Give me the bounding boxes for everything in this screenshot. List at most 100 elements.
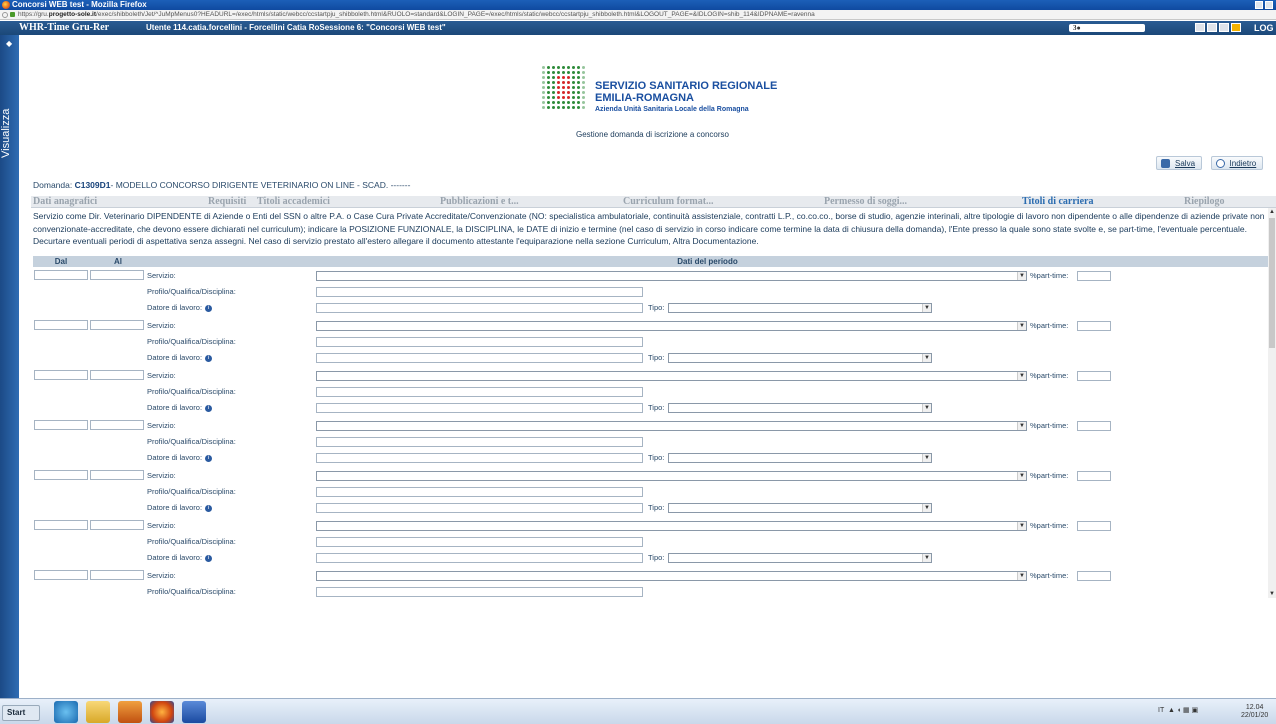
datore-input[interactable]: [316, 353, 643, 363]
servizio-select[interactable]: ▼: [316, 471, 1027, 481]
search-input[interactable]: 3●: [1069, 24, 1145, 32]
info-icon[interactable]: i: [205, 304, 213, 312]
dal-input[interactable]: [34, 320, 88, 330]
parttime-input[interactable]: [1077, 421, 1111, 431]
al-input[interactable]: [90, 370, 144, 380]
chevron-down-icon: ▼: [1017, 572, 1026, 580]
profilo-input[interactable]: [316, 487, 643, 497]
tab-requisiti[interactable]: Requisiti: [208, 196, 246, 208]
firefox-taskbar-icon[interactable]: [150, 701, 174, 723]
logo-dot: [552, 106, 555, 109]
al-input[interactable]: [90, 420, 144, 430]
dal-input[interactable]: [34, 570, 88, 580]
site-info-icon[interactable]: [2, 12, 8, 18]
datore-input[interactable]: [316, 453, 643, 463]
parttime-input[interactable]: [1077, 371, 1111, 381]
language-indicator[interactable]: IT: [1158, 707, 1164, 714]
info-icon[interactable]: i: [205, 504, 213, 512]
info-icon[interactable]: i: [205, 454, 213, 462]
minimize-button[interactable]: [1255, 1, 1263, 9]
logo-dot: [557, 86, 560, 89]
tipo-select[interactable]: ▼: [668, 353, 932, 363]
datore-input[interactable]: [316, 303, 643, 313]
ie-icon[interactable]: [54, 701, 78, 723]
profilo-input[interactable]: [316, 537, 643, 547]
back-button[interactable]: Indietro: [1210, 156, 1264, 170]
dal-input[interactable]: [34, 370, 88, 380]
al-input[interactable]: [90, 270, 144, 280]
profilo-input[interactable]: [316, 387, 643, 397]
tab-dati-anagrafici[interactable]: Dati anagrafici: [33, 196, 97, 208]
info-icon[interactable]: i: [205, 404, 213, 412]
clock[interactable]: 12.04 22/01/20: [1241, 704, 1268, 720]
servizio-select[interactable]: ▼: [316, 521, 1027, 531]
profilo-input[interactable]: [316, 337, 643, 347]
folder-icon[interactable]: [86, 701, 110, 723]
help-icon[interactable]: [1219, 23, 1229, 32]
logo-dot: [557, 106, 560, 109]
profilo-label: Profilo/Qualifica/Disciplina:: [147, 537, 236, 546]
al-input[interactable]: [90, 470, 144, 480]
start-button[interactable]: Start: [2, 705, 40, 721]
datore-input[interactable]: [316, 553, 643, 563]
logo-dot: [567, 76, 570, 79]
tab-riepilogo[interactable]: Riepilogo: [1184, 196, 1225, 208]
scroll-up-icon[interactable]: ▲: [1268, 208, 1276, 216]
servizio-select[interactable]: ▼: [316, 421, 1027, 431]
dal-input[interactable]: [34, 420, 88, 430]
print-icon[interactable]: [1195, 23, 1205, 32]
tab-titoli-accademici[interactable]: Titoli accademici: [257, 196, 330, 208]
tipo-select[interactable]: ▼: [668, 403, 932, 413]
info-icon[interactable]: i: [205, 354, 213, 362]
tab-titoli-carriera[interactable]: Titoli di carriera: [1022, 196, 1093, 208]
maximize-button[interactable]: [1265, 1, 1273, 9]
dal-input[interactable]: [34, 470, 88, 480]
logout-link[interactable]: LOG O: [1254, 21, 1276, 49]
scrollbar[interactable]: ▲ ▼: [1268, 208, 1276, 598]
visualizza-sidebar[interactable]: ◆ Visualizza: [0, 35, 19, 698]
servizio-select[interactable]: ▼: [316, 571, 1027, 581]
parttime-input[interactable]: [1077, 521, 1111, 531]
tab-permesso[interactable]: Permesso di soggi...: [824, 196, 907, 208]
tab-curriculum[interactable]: Curriculum format...: [623, 196, 714, 208]
datore-input[interactable]: [316, 403, 643, 413]
scroll-down-icon[interactable]: ▼: [1268, 590, 1276, 598]
media-player-icon[interactable]: [118, 701, 142, 723]
parttime-input[interactable]: [1077, 271, 1111, 281]
servizio-label: Servizio:: [147, 571, 176, 580]
parttime-input[interactable]: [1077, 571, 1111, 581]
parttime-input[interactable]: [1077, 471, 1111, 481]
al-input[interactable]: [90, 320, 144, 330]
word-icon[interactable]: [182, 701, 206, 723]
servizio-select[interactable]: ▼: [316, 321, 1027, 331]
servizio-select[interactable]: ▼: [316, 371, 1027, 381]
dal-input[interactable]: [34, 270, 88, 280]
tipo-select[interactable]: ▼: [668, 453, 932, 463]
profilo-input[interactable]: [316, 287, 643, 297]
tab-pubblicazioni[interactable]: Pubblicazioni e t...: [440, 196, 519, 208]
parttime-input[interactable]: [1077, 321, 1111, 331]
tipo-select[interactable]: ▼: [668, 553, 932, 563]
tools-icon[interactable]: [1207, 23, 1217, 32]
favorite-icon[interactable]: [1231, 23, 1241, 32]
tipo-select[interactable]: ▼: [668, 303, 932, 313]
window-titlebar: Concorsi WEB test - Mozilla Firefox: [0, 0, 1276, 10]
al-input[interactable]: [90, 520, 144, 530]
info-icon[interactable]: i: [205, 554, 213, 562]
col-dati-periodo: Dati del periodo: [677, 257, 738, 266]
al-input[interactable]: [90, 570, 144, 580]
save-button[interactable]: Salva: [1156, 156, 1203, 170]
tipo-select[interactable]: ▼: [668, 503, 932, 513]
url-bar[interactable]: https://gru.progetto-sole.it/exec/shibbo…: [0, 10, 1276, 20]
datore-input[interactable]: [316, 503, 643, 513]
datore-text: Datore di lavoro:: [147, 553, 203, 562]
profilo-input[interactable]: [316, 437, 643, 447]
scroll-thumb[interactable]: [1269, 218, 1275, 348]
servizio-select[interactable]: ▼: [316, 271, 1027, 281]
clock-date: 22/01/20: [1241, 712, 1269, 719]
profilo-input[interactable]: [316, 587, 643, 597]
chevron-down-icon: ▼: [922, 504, 931, 512]
logo-dot: [577, 96, 580, 99]
dal-input[interactable]: [34, 520, 88, 530]
logo-dot: [562, 86, 565, 89]
